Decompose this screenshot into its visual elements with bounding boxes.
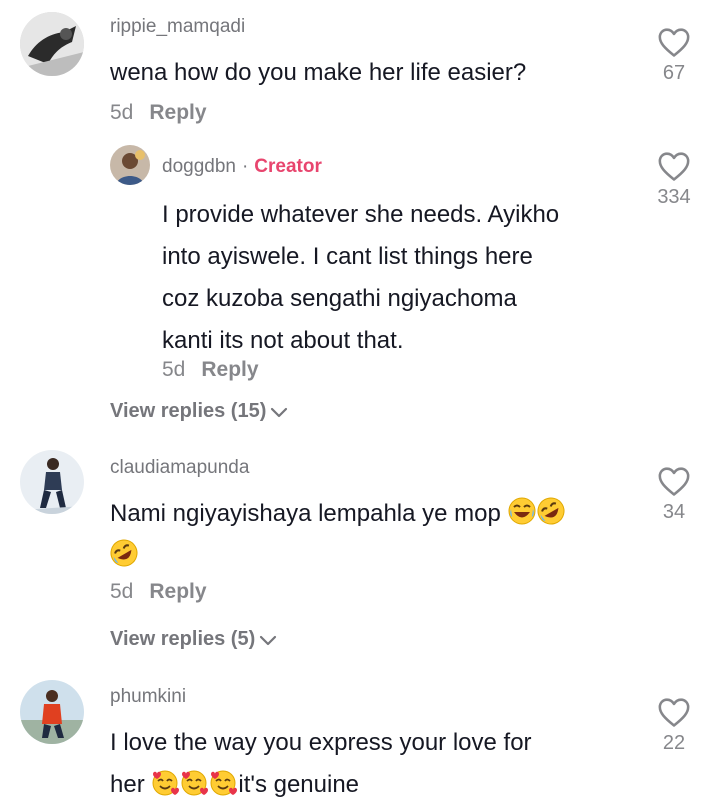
comment-text-segment: it's genuine [238, 771, 360, 798]
reply-text-line: kanti its not about that. [162, 327, 404, 354]
view-replies-button[interactable]: View replies (15) [110, 400, 288, 423]
avatar[interactable] [20, 450, 84, 514]
reply-age: 5d [162, 358, 186, 381]
comment-text: wena how do you make her life easier? [110, 59, 527, 86]
view-replies-label: View replies (5) [110, 628, 256, 650]
comment-item: rippie_mamqadi wena how do you make her … [0, 0, 720, 140]
rofl-emoji-icon [110, 539, 138, 567]
like-count: 334 [657, 186, 691, 208]
reply-meta: 5d Reply [162, 358, 259, 382]
view-replies-label: View replies (15) [110, 400, 267, 422]
comment-text: I love the way you express your love for… [110, 722, 630, 805]
reply-username: doggdbn · Creator [162, 156, 322, 178]
comment-username[interactable]: claudiamapunda [110, 457, 249, 479]
reply-text: I provide whatever she needs. Ayikho int… [162, 194, 559, 362]
like-count: 22 [662, 732, 686, 754]
like-button[interactable]: 22 [644, 696, 704, 755]
separator-dot: · [241, 156, 249, 177]
avatar[interactable] [20, 12, 84, 76]
reply-text-line: into ayiswele. I cant list things here [162, 243, 533, 270]
comment-text-line: her it's genuine [110, 764, 630, 805]
reply-button[interactable]: Reply [201, 358, 258, 381]
comment-age: 5d [110, 580, 134, 603]
like-count: 67 [662, 62, 686, 84]
smiling-hearts-emoji-icon [181, 770, 209, 796]
reply-username-text[interactable]: doggdbn [162, 156, 236, 177]
reply-item: doggdbn · Creator I provide whatever she n… [0, 140, 720, 390]
view-replies-button[interactable]: View replies (5) [110, 628, 277, 651]
heart-icon [658, 28, 690, 57]
comment-text: Nami ngiyayishaya lempahla ye mop [110, 493, 630, 577]
comment-age: 5d [110, 101, 134, 124]
avatar[interactable] [20, 680, 84, 744]
reply-button[interactable]: Reply [149, 580, 206, 603]
smiling-hearts-emoji-icon [152, 770, 180, 796]
like-button[interactable]: 334 [644, 150, 704, 209]
joy-emoji-icon [508, 497, 536, 525]
comment-item: claudiamapunda Nami ngiyayishaya lempahl… [0, 445, 720, 660]
reply-text-line: I provide whatever she needs. Ayikho [162, 201, 560, 228]
comment-username[interactable]: rippie_mamqadi [110, 16, 245, 38]
comment-item: phumkini I love the way you express your… [0, 672, 720, 805]
comment-meta: 5d Reply [110, 101, 207, 125]
like-button[interactable]: 67 [644, 26, 704, 85]
heart-icon [658, 698, 690, 727]
chevron-down-icon [271, 407, 288, 417]
chevron-down-icon [260, 635, 277, 645]
comment-meta: 5d Reply [110, 580, 207, 604]
avatar[interactable] [110, 145, 150, 185]
heart-icon [658, 152, 690, 181]
comment-text-line: I love the way you express your love for [110, 729, 532, 756]
comment-text-segment: her [110, 771, 145, 798]
like-button[interactable]: 34 [644, 465, 704, 524]
heart-icon [658, 467, 690, 496]
reply-text-line: coz kuzoba sengathi ngiyachoma [162, 285, 517, 312]
comment-username[interactable]: phumkini [110, 686, 186, 708]
creator-badge: Creator [254, 156, 322, 177]
comment-text-body: Nami ngiyayishaya lempahla ye mop [110, 500, 501, 527]
like-count: 34 [662, 501, 686, 523]
smiling-hearts-emoji-icon [210, 770, 238, 796]
rofl-emoji-icon [537, 497, 565, 525]
reply-button[interactable]: Reply [149, 101, 206, 124]
